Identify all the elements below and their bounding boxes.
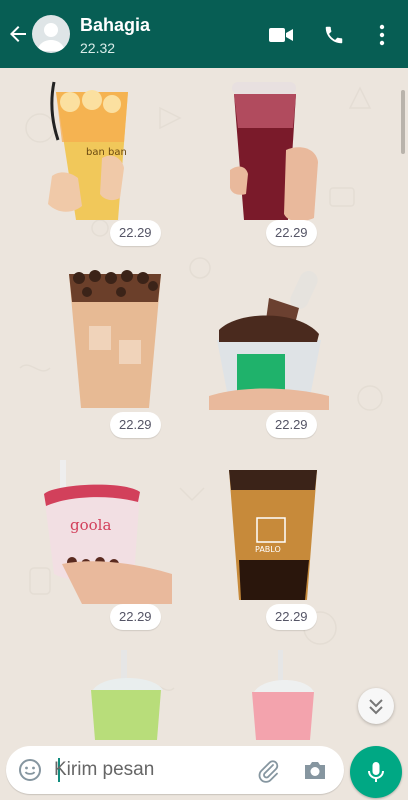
boba-milk-tea-sticker bbox=[69, 270, 161, 408]
peach-tea-sticker: ban ban bbox=[48, 81, 128, 220]
emoji-icon bbox=[19, 759, 41, 781]
voice-call-button[interactable] bbox=[322, 24, 348, 46]
sticker-message[interactable] bbox=[196, 268, 346, 418]
message-time: 22.29 bbox=[266, 604, 317, 630]
message-time: 22.29 bbox=[110, 604, 161, 630]
sticker-message[interactable]: goola bbox=[32, 460, 182, 610]
message-time: 22.29 bbox=[110, 412, 161, 438]
scrollbar[interactable] bbox=[401, 90, 405, 154]
video-call-button[interactable] bbox=[268, 24, 294, 46]
cup-brand-text: PABLO bbox=[255, 545, 281, 554]
sticker-message[interactable]: PABLO bbox=[198, 460, 348, 610]
chat-header: Bahagia 22.32 bbox=[0, 0, 408, 68]
sticker-message[interactable] bbox=[206, 80, 356, 230]
brown-sugar-boba-sticker: PABLO bbox=[229, 470, 317, 600]
message-time: 22.29 bbox=[110, 220, 161, 246]
contact-status: 22.32 bbox=[80, 40, 116, 56]
chat-area[interactable]: ban ban 22.29 22.29 22.29 22.29 goola 22… bbox=[0, 68, 408, 740]
red-drink-sticker bbox=[230, 82, 318, 222]
attach-button[interactable] bbox=[256, 758, 282, 784]
green-drink-sticker bbox=[91, 650, 163, 740]
cup-brand-text: goola bbox=[70, 516, 111, 534]
emoji-button[interactable] bbox=[18, 758, 42, 782]
person-icon bbox=[37, 23, 65, 51]
sticker-message[interactable] bbox=[40, 266, 190, 416]
voice-record-button[interactable] bbox=[350, 746, 402, 798]
mic-icon bbox=[368, 762, 384, 782]
message-composer bbox=[6, 746, 344, 794]
more-vert-icon bbox=[379, 24, 385, 46]
camera-icon bbox=[305, 762, 325, 779]
pink-drink-sticker bbox=[252, 650, 314, 740]
arrow-left-icon bbox=[10, 26, 26, 42]
ice-cream-cup-sticker bbox=[209, 271, 329, 410]
sticker-message[interactable] bbox=[50, 650, 200, 740]
scroll-to-bottom-button[interactable] bbox=[358, 688, 394, 724]
phone-icon bbox=[325, 26, 343, 44]
contact-name[interactable]: Bahagia bbox=[80, 15, 150, 36]
video-camera-icon bbox=[269, 28, 293, 42]
paperclip-icon bbox=[258, 760, 279, 783]
message-time: 22.29 bbox=[266, 412, 317, 438]
message-time: 22.29 bbox=[266, 220, 317, 246]
sticker-message[interactable] bbox=[208, 650, 358, 740]
pink-boba-sticker: goola bbox=[44, 460, 172, 604]
back-button[interactable] bbox=[6, 22, 30, 46]
double-chevron-down-icon bbox=[369, 699, 383, 715]
message-input[interactable] bbox=[54, 756, 244, 784]
camera-button[interactable] bbox=[302, 758, 328, 782]
more-options-button[interactable] bbox=[372, 24, 392, 46]
avatar[interactable] bbox=[32, 15, 70, 53]
